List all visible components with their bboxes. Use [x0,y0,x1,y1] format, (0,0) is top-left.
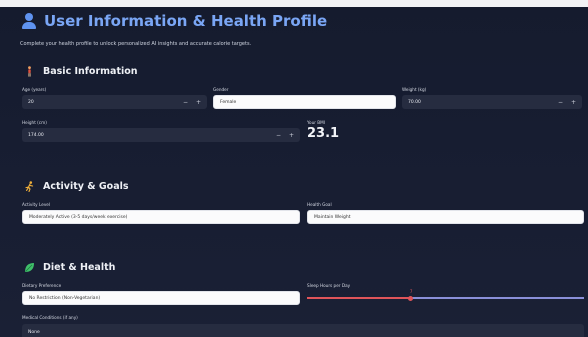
activity-level-value: Moderately Active (3-5 days/week exercis… [29,214,128,220]
section-title: Diet & Health [43,262,116,273]
height-stepper: − + [276,128,294,142]
medical-conditions-input[interactable]: None [22,324,584,337]
dietary-preference-label: Dietary Preference [22,283,62,288]
gender-label: Gender [213,87,229,92]
sleep-slider-track[interactable] [410,297,584,299]
height-label: Height (cm) [22,120,47,125]
height-increment-button[interactable]: + [289,132,294,139]
dietary-preference-select[interactable]: No Restriction (Non-Vegetarian) [22,291,300,305]
top-strip [0,0,588,7]
gender-select[interactable]: Female [213,95,396,109]
weight-value: 70.00 [408,99,421,105]
weight-stepper: − + [558,95,576,109]
sleep-hours-value: 7 [409,289,413,294]
gender-value: Female [220,99,237,105]
age-input[interactable]: 20 − + [22,95,207,109]
bmi-label: Your BMI [307,120,325,125]
health-goal-label: Health Goal [307,202,332,207]
weight-decrement-button[interactable]: − [558,99,563,106]
section-basic-information: Basic Information [24,66,138,77]
bmi-value: 23.1 [307,126,340,141]
section-title: Activity & Goals [43,181,129,192]
leaf-icon [24,262,35,273]
medical-conditions-label: Medical Conditions (if any) [22,315,78,320]
running-person-icon [24,181,35,193]
health-goal-select[interactable]: Maintain Weight [307,210,584,224]
height-input[interactable]: 174.00 − + [22,128,300,142]
page-title-text: User Information & Health Profile [44,12,328,30]
age-value: 20 [28,99,34,105]
age-increment-button[interactable]: + [196,99,201,106]
weight-label: Weight (kg) [402,87,427,92]
health-goal-value: Maintain Weight [314,214,351,220]
sleep-slider-filled-track [307,297,411,299]
height-decrement-button[interactable]: − [276,132,281,139]
dietary-preference-value: No Restriction (Non-Vegetarian) [29,295,101,301]
weight-increment-button[interactable]: + [571,99,576,106]
age-decrement-button[interactable]: − [183,99,188,106]
age-label: Age (years) [22,87,47,92]
page-subtitle: Complete your health profile to unlock p… [20,41,252,47]
section-activity-goals: Activity & Goals [24,181,129,193]
section-title: Basic Information [43,66,138,77]
activity-level-select[interactable]: Moderately Active (3-5 days/week exercis… [22,210,300,224]
section-diet-health: Diet & Health [24,262,115,273]
page-title: User Information & Health Profile [22,12,327,30]
activity-level-label: Activity Level [22,202,51,207]
sleep-slider-thumb[interactable] [408,295,414,301]
standing-person-icon [24,66,35,77]
age-stepper: − + [183,95,201,109]
height-value: 174.00 [28,132,44,138]
person-icon [22,13,36,29]
sleep-hours-label: Sleep Hours per Day [307,283,351,288]
weight-input[interactable]: 70.00 − + [402,95,582,109]
medical-conditions-value: None [28,329,40,335]
